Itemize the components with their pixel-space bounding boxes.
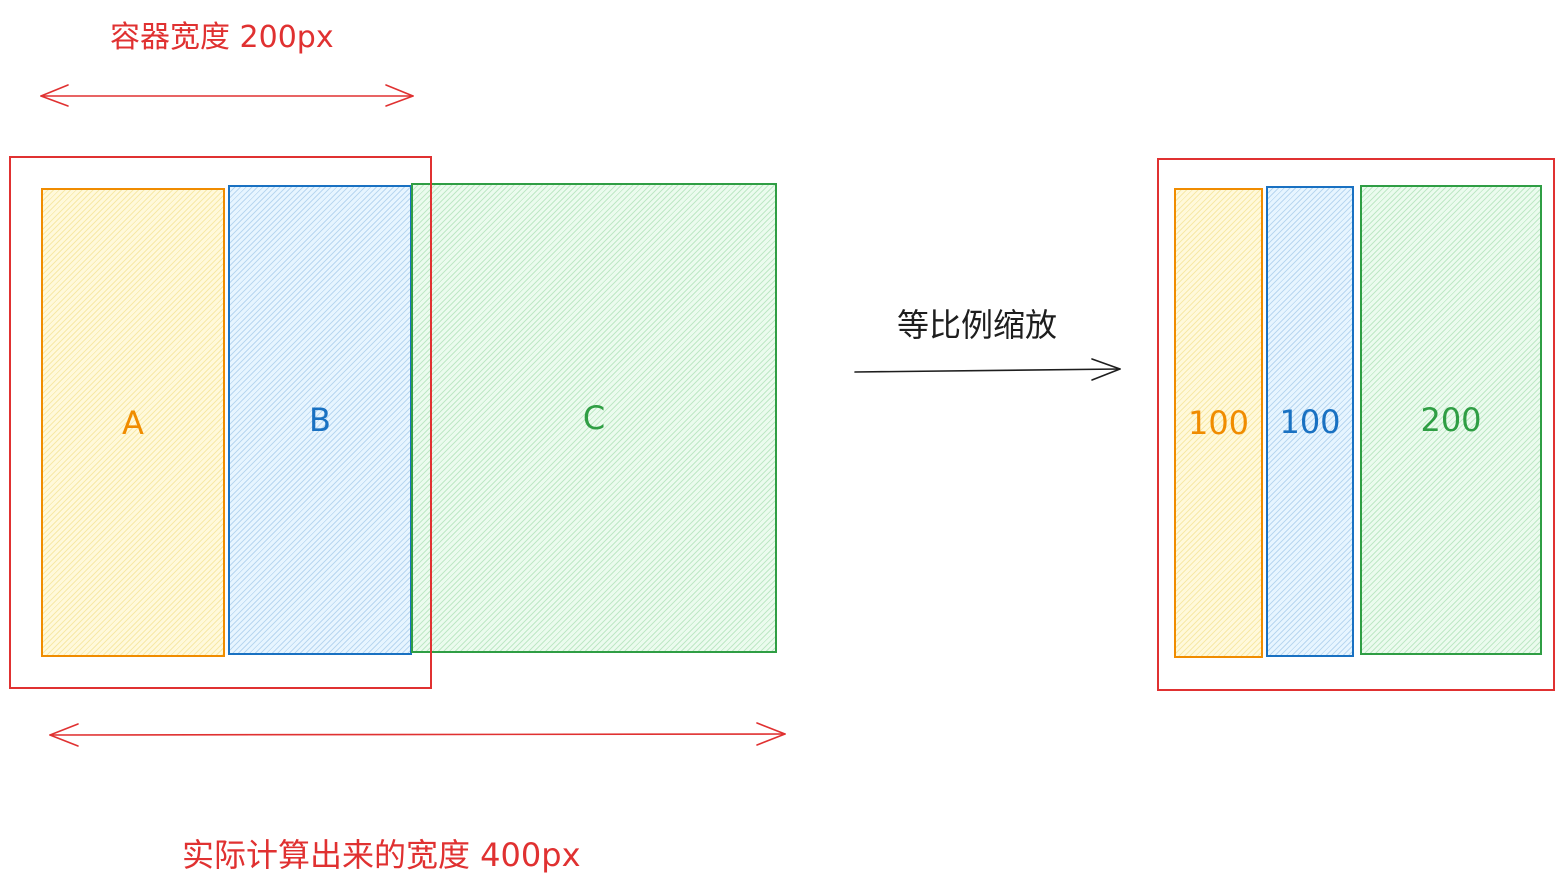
- transform-arrow: [854, 358, 1121, 381]
- arrows-layer: [40, 84, 1121, 747]
- actual-width-arrow: [49, 722, 786, 747]
- container-width-arrow: [40, 84, 414, 107]
- diagram-canvas: 容器宽度 200px A B C 等比例缩放 100 100 200 实际计算出…: [0, 0, 1564, 883]
